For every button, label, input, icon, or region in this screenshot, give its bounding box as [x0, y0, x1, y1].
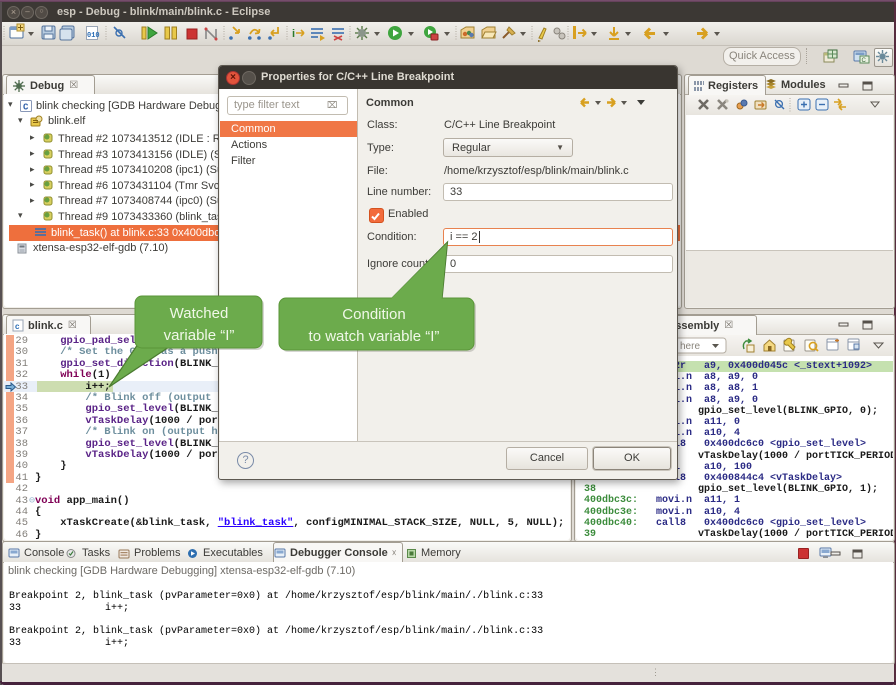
- svg-text:variable “I”: variable “I”: [164, 327, 235, 344]
- svg-text:Condition: Condition: [342, 306, 405, 323]
- svg-text:to watch variable “I”: to watch variable “I”: [309, 328, 440, 345]
- svg-text:Watched: Watched: [170, 305, 229, 322]
